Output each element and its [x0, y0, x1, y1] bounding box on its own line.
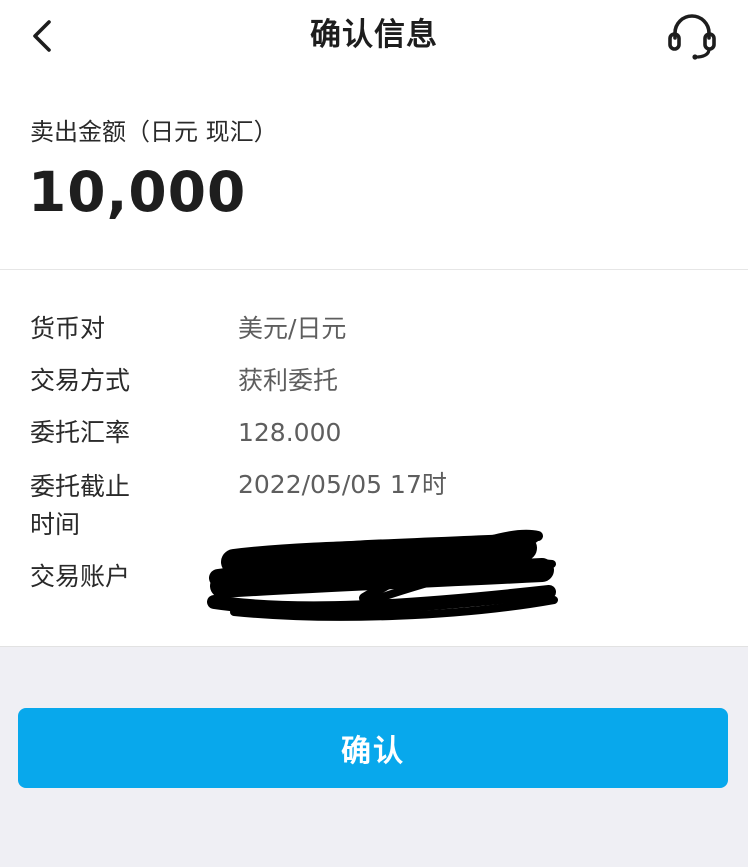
chevron-left-icon — [33, 20, 51, 52]
order-rate-value: 128.000 — [238, 418, 342, 447]
trade-account-label: 交易账户 — [30, 562, 131, 591]
order-details: 货币对 美元/日元 交易方式 获利委托 委托汇率 128.000 委托截止时间 … — [0, 270, 748, 647]
order-deadline-label: 委托截止时间 — [30, 472, 131, 539]
customer-service-button[interactable] — [664, 10, 720, 62]
currency-pair-label: 货币对 — [30, 314, 106, 343]
confirm-button[interactable]: 确认 — [18, 708, 728, 788]
sell-amount-label: 卖出金额（日元 现汇） — [30, 118, 278, 146]
amount-section: 卖出金额（日元 现汇） 10,000 — [0, 72, 748, 270]
order-deadline-value: 2022/05/05 17时 — [238, 470, 447, 499]
header-bar: 确认信息 — [0, 0, 748, 72]
headset-icon — [668, 14, 716, 60]
back-button[interactable] — [22, 14, 62, 58]
redaction-scribble — [207, 529, 558, 621]
order-rate-label: 委托汇率 — [30, 418, 131, 447]
page-title: 确认信息 — [310, 17, 438, 53]
sell-amount-value: 10,000 — [28, 160, 247, 224]
currency-pair-value: 美元/日元 — [238, 314, 347, 343]
trade-type-label: 交易方式 — [30, 366, 131, 395]
trade-type-value: 获利委托 — [238, 366, 339, 395]
